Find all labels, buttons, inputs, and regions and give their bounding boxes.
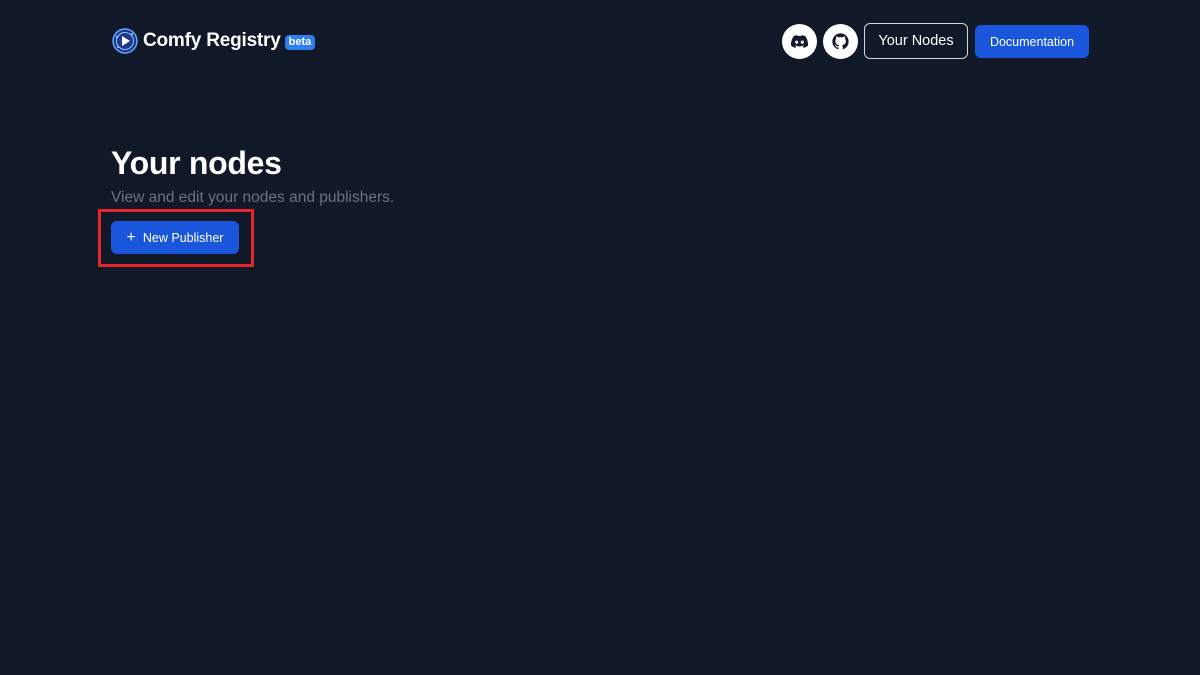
new-publisher-label: New Publisher [142, 230, 224, 245]
github-icon [832, 33, 849, 50]
discord-button[interactable] [782, 24, 817, 59]
page-title: Your nodes [111, 145, 282, 181]
documentation-button[interactable]: Documentation [975, 25, 1089, 58]
page-subtitle: View and edit your nodes and publishers. [111, 189, 395, 206]
plus-icon: + [126, 228, 136, 246]
beta-badge: beta [284, 34, 316, 50]
your-nodes-button[interactable]: Your Nodes [864, 23, 968, 59]
brand-link[interactable]: Comfy Registry beta [112, 28, 316, 54]
github-button[interactable] [823, 24, 858, 59]
discord-icon [791, 35, 808, 48]
page: Comfy Registry beta Your Nodes Documenta… [0, 0, 1200, 675]
brand-name: Comfy Registry [143, 30, 281, 51]
comfy-logo-icon [112, 28, 138, 54]
new-publisher-button[interactable]: + New Publisher [111, 221, 239, 254]
